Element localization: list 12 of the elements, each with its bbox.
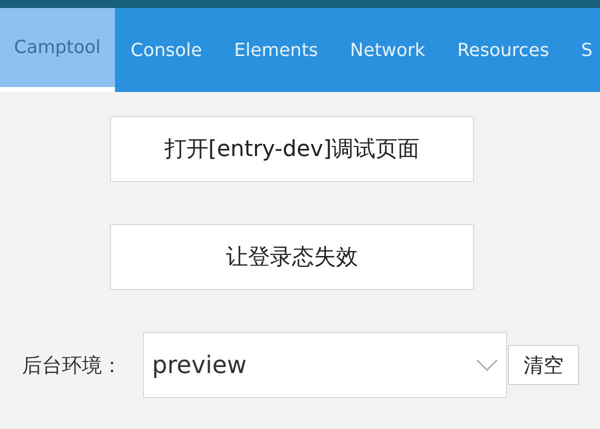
chevron-down-icon: [476, 359, 498, 371]
clear-button[interactable]: 清空: [508, 345, 579, 385]
environment-label: 后台环境：: [22, 352, 123, 379]
tab[interactable]: Resources: [441, 8, 566, 92]
tab[interactable]: Camptool: [0, 8, 115, 92]
environment-select[interactable]: preview: [143, 332, 507, 398]
tab[interactable]: Console: [114, 8, 218, 92]
tab[interactable]: Elements: [218, 8, 334, 92]
tab[interactable]: S: [565, 8, 600, 92]
invalidate-login-button[interactable]: 让登录态失效: [110, 224, 474, 290]
open-debug-page-button[interactable]: 打开[entry-dev]调试页面: [110, 116, 474, 182]
tab[interactable]: Network: [334, 8, 442, 92]
